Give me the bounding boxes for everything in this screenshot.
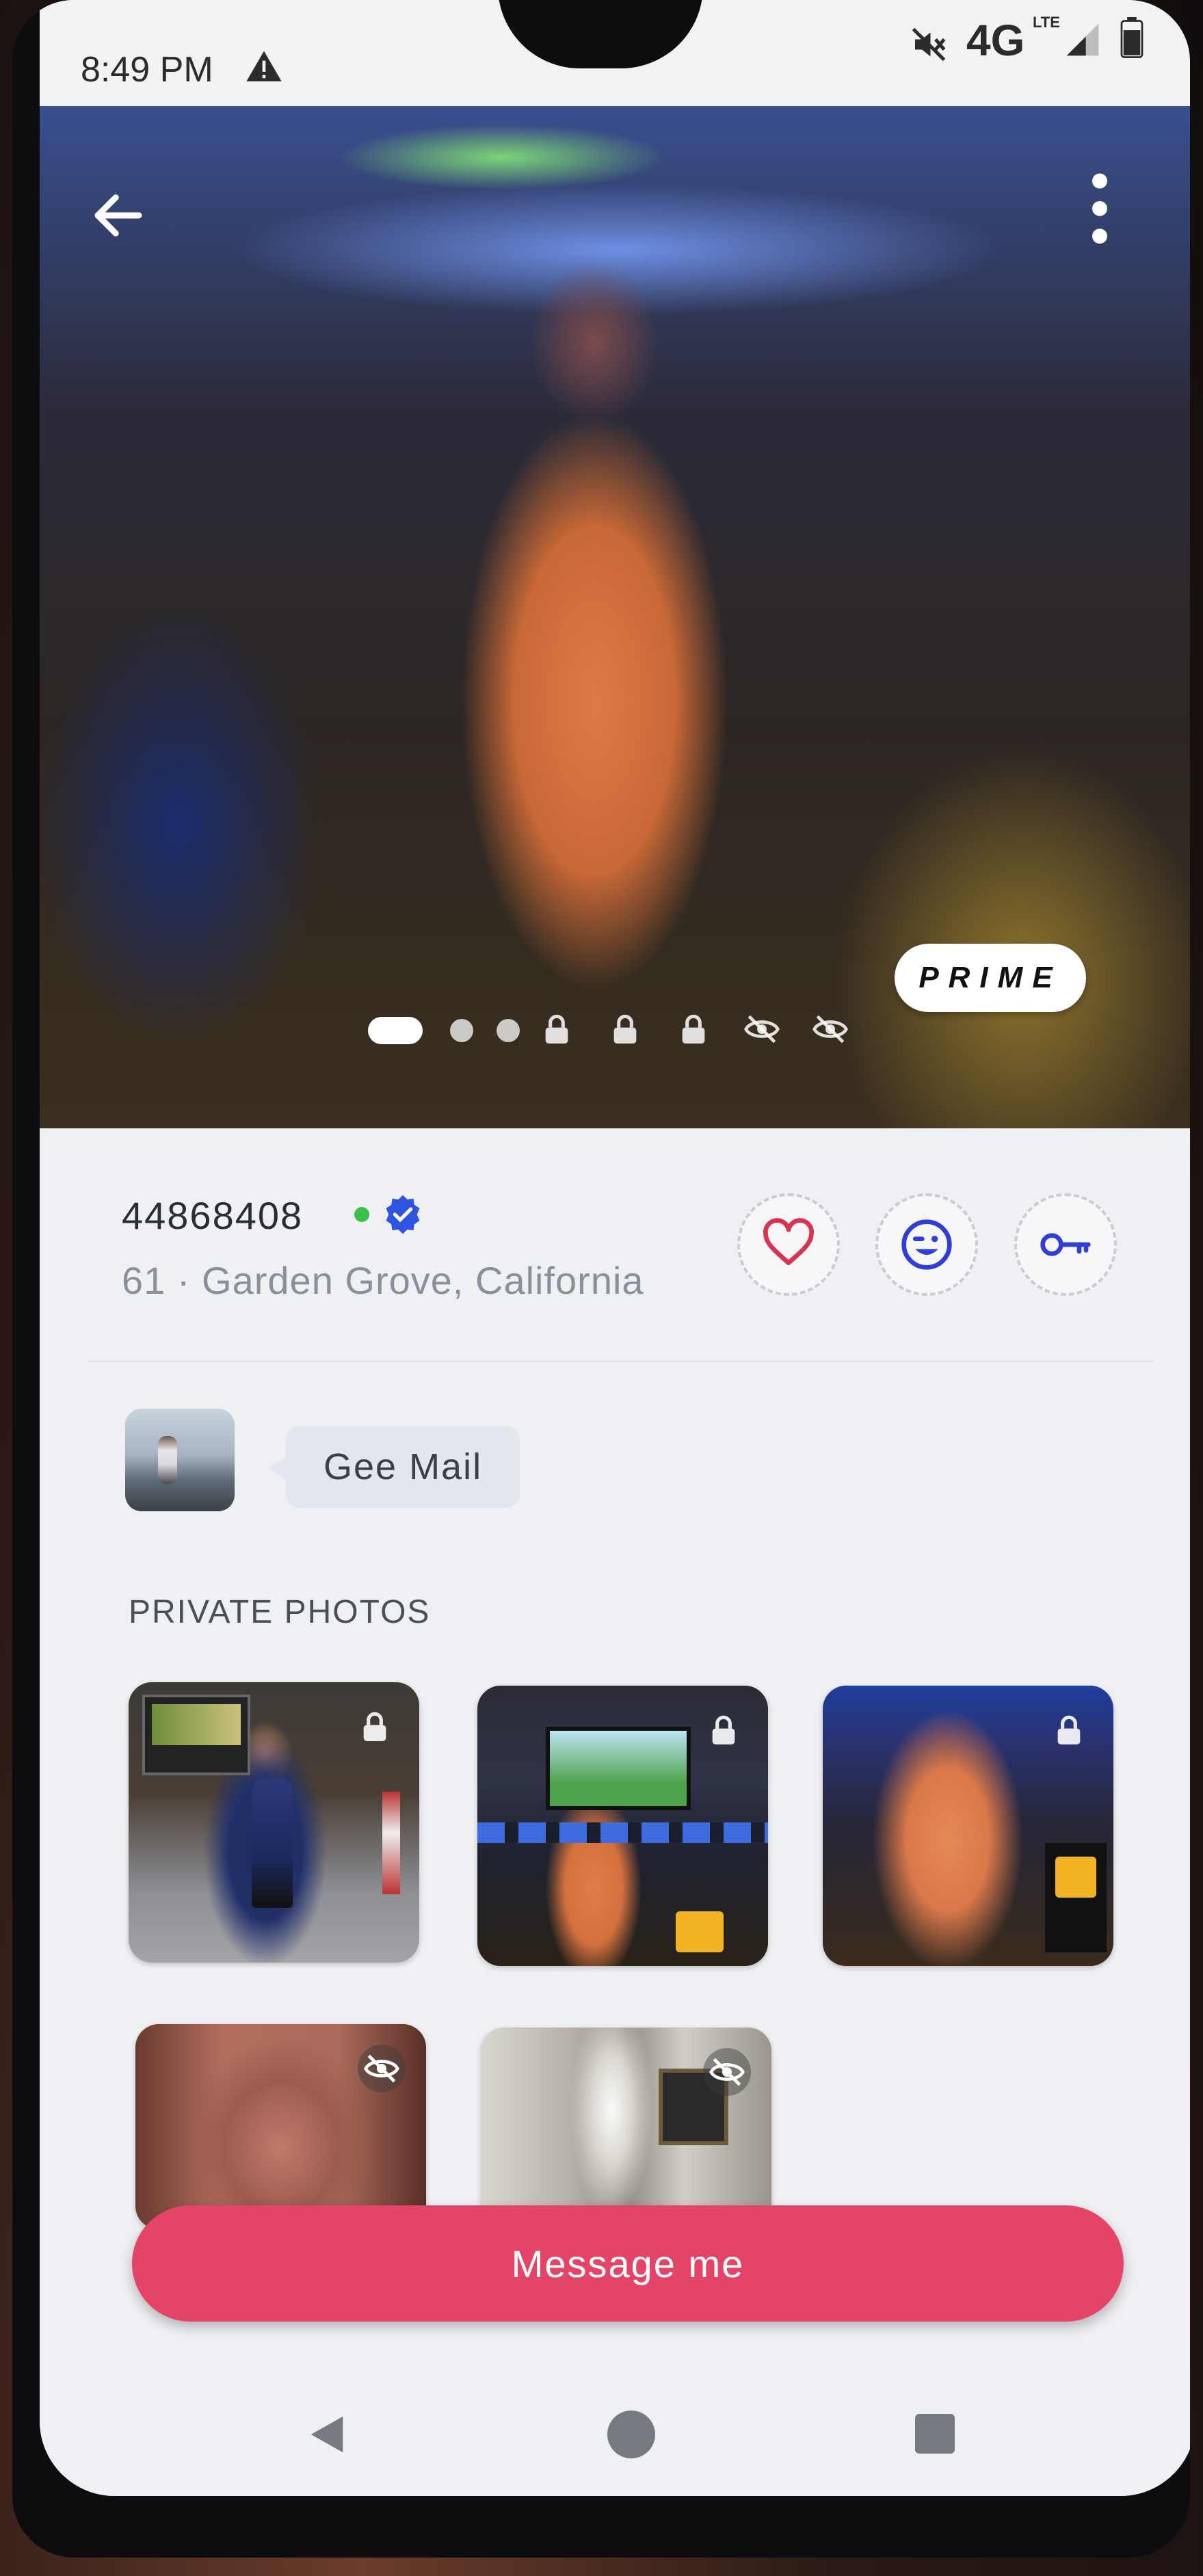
back-triangle-icon[interactable] [303,2411,351,2458]
private-photo-tile[interactable] [477,1686,768,1966]
lock-icon[interactable] [674,1010,713,1048]
pager-dot-active[interactable] [368,1017,423,1044]
profile-username: 44868408 [122,1194,304,1237]
lock-icon[interactable] [606,1010,644,1048]
gee-mail-button[interactable]: Gee Mail [267,1426,520,1508]
photo-pager[interactable] [368,1002,901,1050]
prime-badge: PRIME [895,944,1086,1012]
eye-off-icon [709,2058,745,2086]
back-arrow-icon[interactable] [88,185,149,246]
status-time: 8:49 PM [81,50,213,90]
online-status-dot [354,1207,369,1222]
private-photo-tile[interactable] [823,1686,1113,1966]
phone-bezel: 8:49 PM 4G LTE PRIME 44868408 61 · Garde… [12,0,1190,2558]
profile-age-location: 61 · Garden Grove, California [122,1259,644,1302]
key-button[interactable] [1014,1193,1117,1296]
eye-off-icon[interactable] [811,1010,849,1048]
divider [88,1361,1154,1362]
lock-icon [363,1712,386,1741]
more-vertical-icon[interactable] [1086,171,1113,246]
mute-icon [912,27,946,62]
profile-hero-photo[interactable]: PRIME [40,106,1190,1132]
lock-icon [1057,1715,1081,1744]
photo-detail [546,1727,691,1810]
wink-face-icon [901,1219,952,1270]
pager-dot[interactable] [497,1019,520,1042]
private-photo-tile[interactable] [135,2024,426,2229]
tile-hidden [358,2045,406,2093]
photo-detail [676,1911,724,1952]
warning-icon [246,51,282,81]
mail-avatar[interactable] [125,1409,235,1511]
wink-button[interactable] [875,1193,978,1296]
photo-detail [142,1695,250,1775]
pager-dot[interactable] [450,1019,473,1042]
avatar-figure [158,1436,177,1484]
photo-detail [477,1822,768,1843]
tile-lock [1045,1706,1093,1754]
network-type: 4G [966,16,1025,65]
lock-icon[interactable] [538,1010,576,1048]
eye-off-icon [364,2054,399,2083]
tile-lock [700,1706,748,1754]
photo-detail [1045,1843,1107,1952]
home-circle-icon[interactable] [607,2411,655,2458]
photo-background: 8:49 PM 4G LTE PRIME 44868408 61 · Garde… [0,0,1203,2576]
photo-detail [382,1792,400,1894]
recents-square-icon[interactable] [915,2414,955,2454]
photo-detail [252,1778,293,1908]
verified-badge-icon [386,1195,420,1234]
heart-icon [763,1218,814,1265]
battery-icon [1120,17,1143,58]
tile-hidden [703,2048,751,2096]
tile-lock [351,1703,399,1751]
status-bar: 8:49 PM 4G LTE [40,0,1190,120]
signal-icon [1066,23,1099,56]
app-screen: 8:49 PM 4G LTE PRIME 44868408 61 · Garde… [40,0,1190,2496]
eye-off-icon[interactable] [743,1010,781,1048]
private-photo-tile[interactable] [129,1682,419,1963]
like-button[interactable] [737,1193,840,1296]
lock-icon [712,1715,735,1744]
private-photo-tile[interactable] [481,2028,771,2233]
private-photos-title: PRIVATE PHOTOS [129,1594,431,1630]
system-nav-bar [40,2346,1190,2496]
message-me-button[interactable]: Message me [132,2205,1124,2322]
key-icon [1040,1233,1091,1256]
camera-notch [498,0,703,68]
network-subtype: LTE [1033,14,1060,31]
